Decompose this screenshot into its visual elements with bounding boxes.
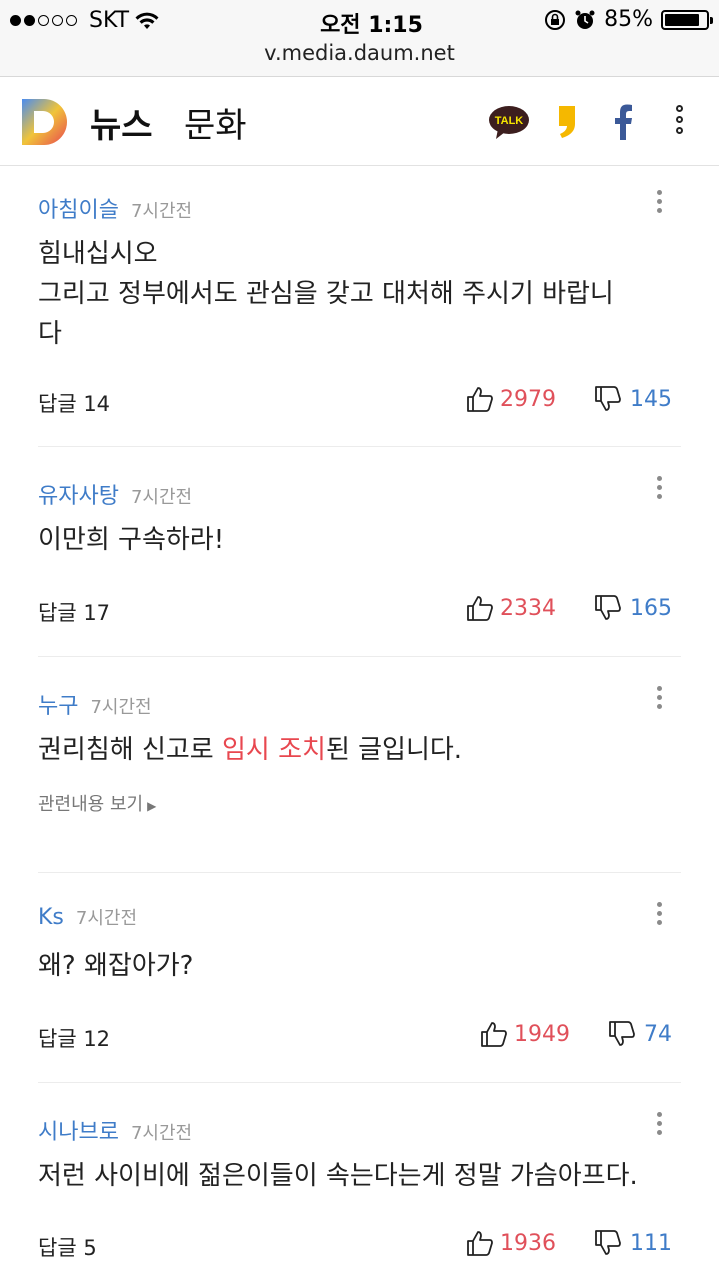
reply-button[interactable]: 답글 5 bbox=[38, 1232, 97, 1262]
dislike-count: 111 bbox=[630, 1230, 672, 1256]
dislike-button[interactable]: 145 bbox=[594, 386, 672, 412]
comment-time: 7시간전 bbox=[75, 908, 138, 929]
dislike-button[interactable]: 165 bbox=[594, 595, 672, 621]
category-title[interactable]: 문화 bbox=[184, 98, 247, 147]
comment-more-icon[interactable] bbox=[654, 902, 664, 929]
address-bar[interactable]: v.media.daum.net bbox=[0, 40, 719, 76]
news-section-title[interactable]: 뉴스 bbox=[90, 98, 153, 147]
comment-time: 7시간전 bbox=[130, 487, 193, 508]
like-button[interactable]: 2979 bbox=[466, 386, 556, 412]
like-count: 1949 bbox=[514, 1021, 570, 1047]
dislike-button[interactable]: 74 bbox=[608, 1021, 672, 1047]
comment-time: 7시간전 bbox=[130, 201, 193, 222]
comment-author[interactable]: 유자사탕 bbox=[38, 484, 119, 509]
notice-highlight: 임시 조치 bbox=[221, 735, 326, 765]
reply-button[interactable]: 답글 17 bbox=[38, 597, 110, 627]
battery-icon bbox=[661, 9, 713, 30]
comment-time: 7시간전 bbox=[130, 1123, 193, 1144]
comment-author[interactable]: 아침이슬 bbox=[38, 198, 119, 223]
thumbs-down-icon bbox=[595, 1230, 621, 1255]
divider bbox=[38, 1082, 681, 1083]
related-content-link[interactable]: 관련내용 보기 ▶ bbox=[38, 790, 156, 816]
thumbs-down-icon bbox=[595, 595, 621, 620]
comment-body: 저런 사이비에 젊은이들이 속는다는게 정말 가슴아프다. bbox=[38, 1161, 638, 1191]
comment-author[interactable]: Ks bbox=[38, 905, 64, 930]
comment-body: 이만희 구속하라! bbox=[38, 525, 225, 555]
comment-time: 7시간전 bbox=[90, 697, 152, 718]
comment-author[interactable]: 누구 bbox=[38, 694, 78, 719]
like-button[interactable]: 2334 bbox=[466, 595, 556, 621]
battery-percent: 85% bbox=[604, 7, 653, 32]
url-text[interactable]: v.media.daum.net bbox=[264, 41, 455, 65]
thumbs-up-icon bbox=[467, 387, 493, 412]
dislike-count: 165 bbox=[630, 595, 672, 621]
thumbs-up-icon bbox=[481, 1022, 507, 1047]
like-button[interactable]: 1949 bbox=[480, 1021, 570, 1047]
comment-body: 왜? 왜잡아가? bbox=[38, 951, 194, 981]
alarm-icon bbox=[575, 10, 595, 29]
divider bbox=[38, 446, 681, 447]
caret-right-icon: ▶ bbox=[147, 799, 157, 813]
thumbs-down-icon bbox=[595, 386, 621, 411]
like-count: 2334 bbox=[500, 595, 556, 621]
like-count: 2979 bbox=[500, 386, 556, 412]
comment-more-icon[interactable] bbox=[654, 686, 664, 713]
reply-button[interactable]: 답글 12 bbox=[38, 1023, 110, 1053]
facebook-share-icon[interactable] bbox=[612, 104, 634, 140]
removed-notice: 권리침해 신고로 임시 조치된 글입니다. bbox=[38, 735, 463, 765]
status-bar: SKT 오전 1:15 85% bbox=[0, 0, 719, 40]
divider bbox=[38, 872, 681, 873]
dislike-count: 145 bbox=[630, 386, 672, 412]
like-count: 1936 bbox=[500, 1230, 556, 1256]
kakaostory-share-icon[interactable] bbox=[556, 104, 578, 140]
comment-more-icon[interactable] bbox=[654, 1112, 664, 1139]
more-menu-icon[interactable] bbox=[676, 105, 683, 134]
kakao-talk-text: TALK bbox=[495, 115, 524, 127]
divider bbox=[38, 656, 681, 657]
comment-more-icon[interactable] bbox=[654, 190, 664, 217]
dislike-button[interactable]: 111 bbox=[594, 1230, 672, 1256]
rotation-lock-icon bbox=[545, 9, 566, 30]
thumbs-up-icon bbox=[467, 596, 493, 621]
like-button[interactable]: 1936 bbox=[466, 1230, 556, 1256]
kakaotalk-share-icon[interactable]: TALK bbox=[488, 105, 530, 141]
dislike-count: 74 bbox=[644, 1021, 672, 1047]
reply-button[interactable]: 답글 14 bbox=[38, 388, 110, 418]
comment-body: 힘내십시오 그리고 정부에서도 관심을 갖고 대처해 주시기 바랍니 다 bbox=[38, 239, 614, 349]
thumbs-down-icon bbox=[609, 1021, 635, 1046]
thumbs-up-icon bbox=[467, 1231, 493, 1256]
daum-logo-icon[interactable] bbox=[22, 99, 68, 145]
comment-author[interactable]: 시나브로 bbox=[38, 1120, 119, 1145]
comment-more-icon[interactable] bbox=[654, 476, 664, 503]
site-header: 뉴스 문화 TALK bbox=[0, 77, 719, 165]
